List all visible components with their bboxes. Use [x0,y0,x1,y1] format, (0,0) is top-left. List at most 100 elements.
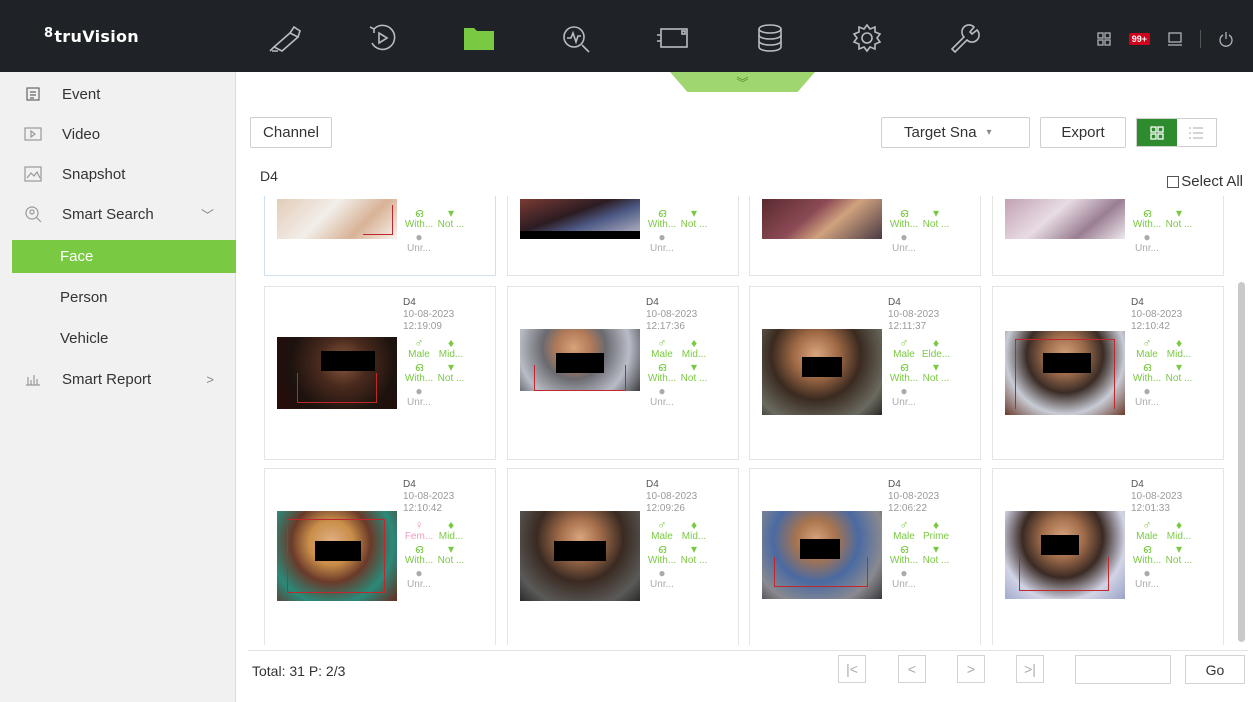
sidebar-item-smart-report[interactable]: Smart Report > [0,359,236,399]
alarm-badge[interactable]: 99+ [1128,33,1150,45]
total-count: Total: 31 P: 2/3 [252,663,346,679]
next-page-button[interactable]: > [957,655,985,683]
page-number-input[interactable] [1075,655,1171,684]
result-attributes: D4 10-08-2023 12:17:36 ♂ ♦ Male Mid... ഒ ▾ … [646,297,736,409]
mask-icon: ▾ [447,543,455,555]
result-date: 10-08-2023 [888,491,940,502]
result-time: 12:17:36 [646,321,685,332]
privacy-mask [1041,535,1079,555]
user-icon[interactable] [1166,30,1184,48]
result-card[interactable]: D4 10-08-2023 12:10:42 ♂ ♦ Male Mid... ഒ ▾ … [992,286,1224,460]
result-attributes: D4 10-08-2023 12:10:42 ♀ ♦ Fem... Mid... ഒ… [403,479,493,591]
select-all-checkbox[interactable]: Select All [1167,173,1243,190]
result-attributes: ഒ ▾ With... Not ... ● Unr... [1131,203,1221,255]
result-channel: D4 [888,297,901,308]
collapse-toolbar-toggle[interactable]: ︾ [670,72,815,92]
glasses-icon: ഒ [1142,543,1152,555]
result-attributes: D4 10-08-2023 12:10:42 ♂ ♦ Male Mid... ഒ ▾ … [1131,297,1221,409]
sidebar-item-event[interactable]: Event [0,74,236,114]
result-card[interactable]: D4 10-08-2023 12:19:09 ♂ ♦ Male Mid... ഒ ▾ … [264,286,496,460]
double-chevron-down-icon: ︾ [736,75,749,90]
result-date: 10-08-2023 [403,491,455,502]
result-card[interactable]: ഒ ▾ With... Not ... ● Unr... [992,196,1224,276]
grid-view-button[interactable] [1137,119,1177,146]
result-card[interactable]: D4 10-08-2023 12:17:36 ♂ ♦ Male Mid... ഒ ▾ … [507,286,739,460]
layout-grid-icon[interactable] [1095,30,1113,48]
result-card[interactable]: ഒ ▾ With... Not ... ● Unr... [749,196,981,276]
last-page-button[interactable]: >| [1016,655,1044,683]
sidebar-item-snapshot[interactable]: Snapshot [0,154,236,194]
sidebar-item-video[interactable]: Video [0,114,236,154]
face-results-grid: ഒ ▾ With... Not ... ● Unr... ഒ ▾ With... Not… [252,196,1230,645]
export-button[interactable]: Export [1040,117,1126,148]
result-channel: D4 [403,297,416,308]
result-channel: D4 [1131,479,1144,490]
unknown-attribute-icon: ● [658,231,666,243]
first-page-button[interactable]: |< [838,655,866,683]
mask-icon: ▾ [690,361,698,373]
result-date: 10-08-2023 [403,309,455,320]
glasses-icon: ഒ [899,207,909,219]
target-type-value: Target Sna [904,124,977,141]
camera-setup-icon[interactable] [649,18,697,58]
unknown-attribute-icon: ● [415,385,423,397]
maintenance-icon[interactable] [940,18,988,58]
face-snapshot [762,329,882,415]
channel-button[interactable]: Channel [250,117,332,148]
male-icon: ♂ [414,337,424,349]
file-search-icon[interactable] [455,18,503,58]
result-card[interactable]: D4 10-08-2023 12:11:37 ♂ ♦ Male Elde... ഒ ▾… [749,286,981,460]
privacy-mask [321,351,375,371]
sidebar-item-vehicle[interactable]: Vehicle [12,322,236,355]
privacy-mask [800,539,840,559]
power-icon[interactable] [1217,30,1235,48]
unknown-attribute-icon: ● [900,385,908,397]
result-card[interactable]: D4 10-08-2023 12:09:26 ♂ ♦ Male Mid... ഒ ▾ … [507,468,739,645]
configuration-icon[interactable] [843,18,891,58]
glasses-icon: ഒ [657,207,667,219]
video-icon [24,125,42,143]
playback-icon[interactable] [358,18,406,58]
male-icon: ♂ [1142,337,1152,349]
scrollbar-thumb[interactable] [1238,282,1245,642]
sidebar-item-smart-search[interactable]: Smart Search ﹀ [0,194,236,234]
result-attributes: ഒ ▾ With... Not ... ● Unr... [403,203,493,255]
results-scrollbar[interactable] [1236,196,1246,645]
result-channel: D4 [646,297,659,308]
glasses-icon: ഒ [414,543,424,555]
result-card[interactable]: D4 10-08-2023 12:01:33 ♂ ♦ Male Mid... ഒ ▾ … [992,468,1224,645]
sidebar-item-person[interactable]: Person [12,281,236,314]
result-attributes: D4 10-08-2023 12:01:33 ♂ ♦ Male Mid... ഒ ▾ … [1131,479,1221,591]
mask-icon: ▾ [1175,361,1183,373]
result-card[interactable]: ഒ ▾ With... Not ... ● Unr... [507,196,739,276]
face-snapshot [277,511,397,601]
result-card[interactable]: D4 10-08-2023 12:06:22 ♂ ♦ Male Prime ഒ ▾ W… [749,468,981,645]
unknown-attribute-icon: ● [900,231,908,243]
result-attributes: D4 10-08-2023 12:06:22 ♂ ♦ Male Prime ഒ ▾ W… [888,479,978,591]
chevron-right-icon: > [206,371,214,387]
glasses-icon: ഒ [899,361,909,373]
face-snapshot [520,511,640,601]
result-card[interactable]: ഒ ▾ With... Not ... ● Unr... [264,196,496,276]
male-icon: ♂ [657,337,667,349]
age-icon: ♦ [1175,337,1183,349]
unknown-attribute-icon: ● [1143,567,1151,579]
result-card[interactable]: D4 10-08-2023 12:10:42 ♀ ♦ Fem... Mid... ഒ… [264,468,496,645]
storage-icon[interactable] [746,18,794,58]
mask-icon: ▾ [1175,543,1183,555]
mask-icon: ▾ [932,207,940,219]
female-icon: ♀ [414,519,424,531]
smart-analysis-icon[interactable] [552,18,600,58]
live-view-icon[interactable] [262,18,310,58]
result-date: 10-08-2023 [1131,309,1183,320]
select-all-label: Select All [1181,173,1243,190]
target-type-select[interactable]: Target Sna ▾ [881,117,1030,148]
list-view-button[interactable] [1177,119,1217,146]
go-button[interactable]: Go [1185,655,1245,684]
prev-page-button[interactable]: < [898,655,926,683]
age-icon: ♦ [1175,519,1183,531]
result-channel: D4 [888,479,901,490]
result-attributes: D4 10-08-2023 12:11:37 ♂ ♦ Male Elde... ഒ ▾… [888,297,978,409]
unknown-attribute-icon: ● [900,567,908,579]
sidebar-item-face[interactable]: Face [12,240,236,273]
